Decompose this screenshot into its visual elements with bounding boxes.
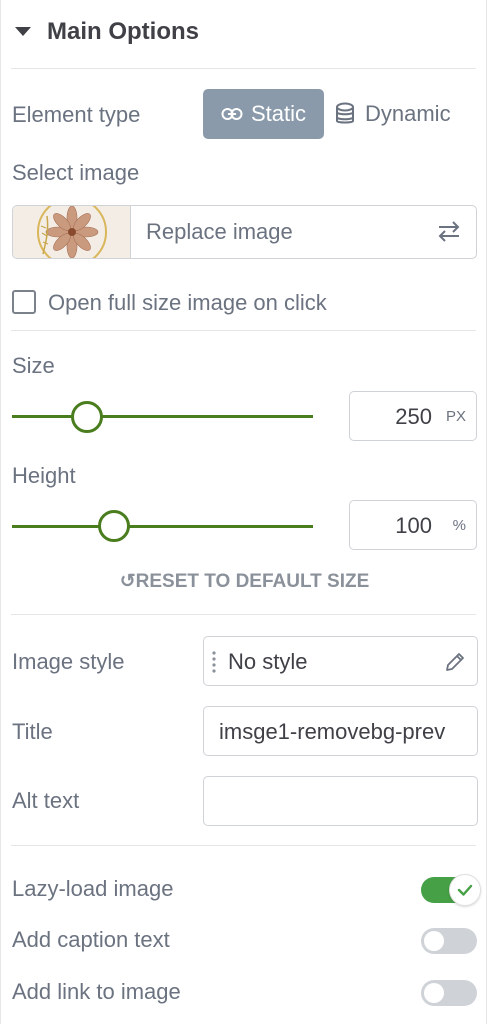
caption-label: Add caption text <box>12 927 170 952</box>
element-type-static-button[interactable]: Static <box>203 89 324 139</box>
open-full-size-label[interactable]: Open full size image on click <box>48 290 327 316</box>
flower-image <box>37 206 107 258</box>
height-slider-track[interactable] <box>12 525 313 528</box>
title-label: Title <box>12 719 53 744</box>
check-icon <box>457 884 473 896</box>
select-image-label: Select image <box>12 160 140 185</box>
size-slider-track[interactable] <box>12 415 313 418</box>
image-style-label: Image style <box>12 649 125 674</box>
section-title[interactable]: Main Options <box>47 18 199 46</box>
static-label: Static <box>250 101 307 126</box>
reset-default-size-button[interactable]: ↺RESET TO DEFAULT SIZE <box>1 570 487 593</box>
height-slider-handle[interactable] <box>98 510 131 542</box>
size-unit[interactable]: PX <box>446 408 466 425</box>
image-picker[interactable]: Replace image <box>12 205 477 259</box>
divider <box>11 614 476 615</box>
size-label: Size <box>12 353 55 378</box>
link-label: Add link to image <box>12 979 181 1004</box>
height-input[interactable]: 100 % <box>349 500 477 550</box>
size-slider-handle[interactable] <box>71 401 104 433</box>
lazy-load-label: Lazy-load image <box>12 876 174 901</box>
title-input[interactable]: imsge1-removebg-prev <box>203 706 478 756</box>
reset-label: RESET TO DEFAULT SIZE <box>135 571 370 592</box>
main-options-panel: Main Options Element type Static Dynamic… <box>0 0 487 1024</box>
open-full-size-checkbox[interactable] <box>12 290 36 314</box>
title-value: imsge1-removebg-prev <box>219 719 446 744</box>
image-style-select[interactable]: No style <box>203 636 478 686</box>
divider <box>11 845 476 846</box>
height-unit[interactable]: % <box>453 517 466 534</box>
link-toggle[interactable] <box>421 980 477 1006</box>
replace-image-text[interactable]: Replace image <box>146 219 293 245</box>
image-thumbnail[interactable] <box>13 206 131 258</box>
reset-icon: ↺ <box>119 571 136 592</box>
lazy-load-toggle[interactable] <box>421 874 481 906</box>
database-icon <box>336 102 354 124</box>
drag-handle-icon <box>212 651 216 673</box>
size-value: 250 <box>395 404 432 429</box>
height-label: Height <box>12 463 76 488</box>
link-icon <box>221 108 243 120</box>
collapse-caret-icon[interactable] <box>15 27 31 36</box>
dynamic-label: Dynamic <box>365 101 451 126</box>
alt-text-label: Alt text <box>12 788 80 813</box>
divider <box>11 68 476 69</box>
divider <box>11 330 476 331</box>
size-input[interactable]: 250 PX <box>349 391 477 441</box>
caption-toggle[interactable] <box>421 928 477 954</box>
edit-pencil-icon[interactable] <box>443 650 467 674</box>
element-type-dynamic-button[interactable]: Dynamic <box>335 89 451 139</box>
swap-icon[interactable] <box>436 218 462 244</box>
alt-text-input[interactable] <box>203 776 478 826</box>
height-value: 100 <box>395 513 432 538</box>
image-style-value: No style <box>228 649 308 674</box>
element-type-label: Element type <box>12 102 141 127</box>
